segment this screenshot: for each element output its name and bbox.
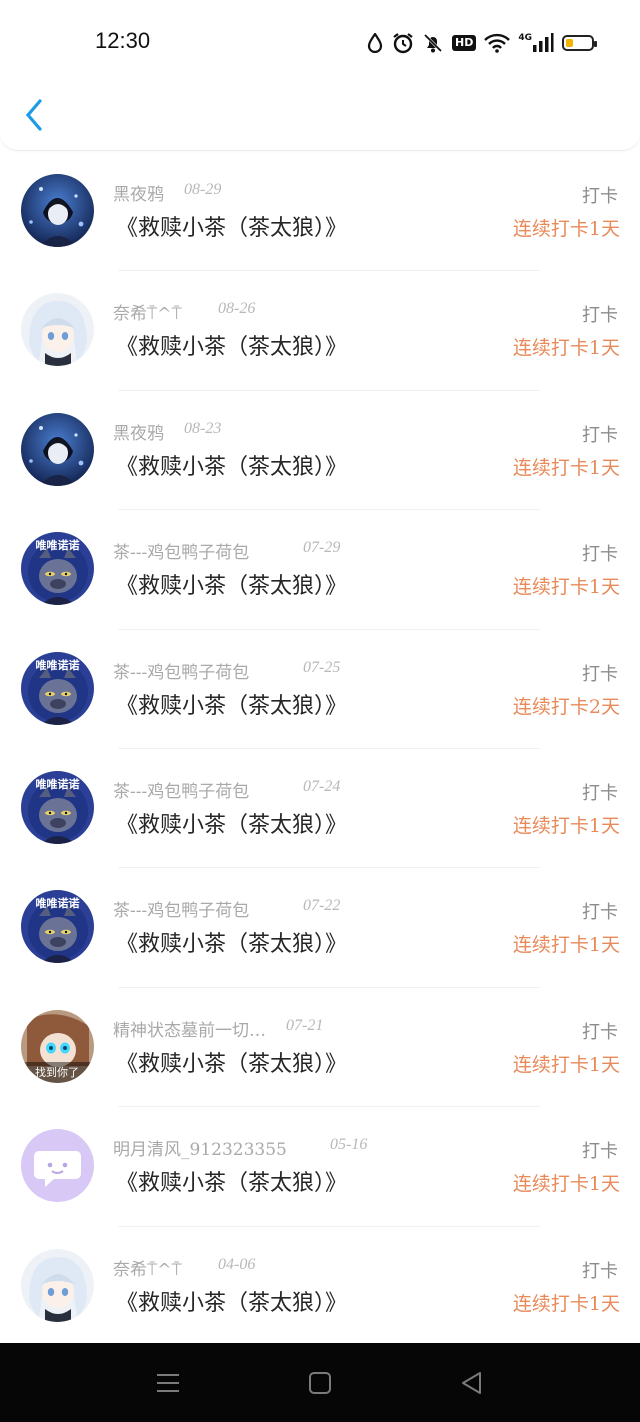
user-name: 黑夜鸦 (113, 185, 164, 205)
record-date: 05-16 (330, 1136, 368, 1154)
record-date: 04-06 (218, 1255, 256, 1273)
book-title: 《救赎小茶（茶太狼）》 (116, 1051, 348, 1077)
book-title: 《救赎小茶（茶太狼）》 (116, 216, 348, 241)
triangle-back-icon (462, 1372, 481, 1394)
user-avatar[interactable] (21, 1248, 94, 1322)
checkin-streak: 连续打卡1天 (512, 456, 620, 479)
checkin-record-row[interactable]: 唯唯诺诺 茶---鸡包鸭子荷包 07-22 《救赎小茶（茶太狼）》 打卡连续打卡1天 (0, 868, 640, 988)
checkin-streak: 连续打卡1天 (512, 1053, 620, 1076)
user-avatar[interactable] (21, 293, 94, 367)
record-date: 07-24 (303, 777, 341, 795)
signal-icon: 4G (518, 33, 554, 53)
wifi-icon (484, 33, 511, 53)
book-title: 《救赎小茶（茶太狼）》 (116, 574, 348, 600)
checkin-tag: 打卡 (582, 544, 618, 566)
checkin-record-row[interactable]: 唯唯诺诺 茶---鸡包鸭子荷包 07-24 《救赎小茶（茶太狼）》 打卡连续打卡1天 (0, 749, 640, 869)
checkin-tag: 打卡 (582, 1021, 618, 1043)
user-name: 茶---鸡包鸭子荷包 (113, 781, 250, 802)
checkin-tag: 打卡 (582, 663, 618, 685)
user-avatar[interactable]: 唯唯诺诺 (21, 890, 94, 964)
user-avatar[interactable]: 唯唯诺诺 (21, 532, 94, 606)
status-time: 12:30 (95, 28, 151, 53)
user-avatar[interactable] (21, 412, 94, 486)
book-title: 《救赎小茶（茶太狼）》 (116, 454, 348, 480)
checkin-streak: 连续打卡1天 (512, 1173, 620, 1196)
checkin-tag: 打卡 (582, 1141, 618, 1163)
user-avatar[interactable] (21, 1129, 94, 1203)
checkin-tag: 打卡 (582, 1260, 618, 1282)
user-avatar[interactable]: 唯唯诺诺 (21, 770, 94, 844)
book-title: 《救赎小茶（茶太狼）》 (116, 335, 348, 361)
record-date: 08-29 (184, 181, 222, 198)
user-name: 黑夜鸦 (113, 423, 164, 444)
svg-text:唯唯诺诺: 唯唯诺诺 (36, 777, 80, 791)
checkin-record-row[interactable]: 找到你了 精神状态墓前一切… 07-21 《救赎小茶（茶太狼）》 打卡连续打卡1天 (0, 988, 640, 1108)
record-date: 07-22 (303, 897, 341, 915)
book-title: 《救赎小茶（茶太狼）》 (116, 932, 348, 958)
network-type-label: 4G (518, 32, 532, 43)
system-navigation-bar (0, 1343, 640, 1422)
checkin-record-list: 黑夜鸦 08-29 《救赎小茶（茶太狼）》 打卡 连续打卡1天 奈希⍑^⍑ 08-26 《救赎… (0, 152, 640, 1346)
checkin-record-row[interactable]: 奈希⍑^⍑ 04-06 《救赎小茶（茶太狼）》 打卡连续打卡1天 (0, 1227, 640, 1346)
checkin-tag: 打卡 (582, 186, 618, 207)
battery-icon (562, 35, 597, 51)
square-home-icon (309, 1372, 331, 1394)
book-title: 《救赎小茶（茶太狼）》 (116, 693, 348, 719)
user-name: 精神状态墓前一切… (113, 1020, 266, 1041)
checkin-tag: 打卡 (582, 305, 618, 327)
system-back-button[interactable] (458, 1369, 486, 1397)
checkin-streak: 连续打卡1天 (512, 337, 620, 360)
checkin-record-row[interactable]: 唯唯诺诺 茶---鸡包鸭子荷包 07-29 《救赎小茶（茶太狼）》 打卡连续打卡1天 (0, 510, 640, 630)
menu-button[interactable] (154, 1369, 182, 1397)
record-date: 08-26 (218, 300, 256, 318)
checkin-streak: 连续打卡1天 (512, 934, 620, 957)
checkin-tag: 打卡 (582, 782, 618, 804)
book-title: 《救赎小茶（茶太狼）》 (116, 812, 348, 838)
checkin-tag: 打卡 (582, 902, 618, 924)
user-name: 茶---鸡包鸭子荷包 (113, 901, 250, 922)
checkin-streak: 连续打卡2天 (512, 695, 620, 718)
user-name: 奈希⍑^⍑ (113, 304, 182, 325)
checkin-streak: 连续打卡1天 (512, 1292, 620, 1315)
dnd-drop-icon (366, 33, 384, 53)
checkin-record-row[interactable]: 奈希⍑^⍑ 08-26 《救赎小茶（茶太狼）》 打卡连续打卡1天 (0, 271, 640, 391)
user-name: 茶---鸡包鸭子荷包 (113, 543, 250, 564)
alarm-icon (392, 32, 414, 54)
svg-text:找到你了: 找到你了 (35, 1065, 79, 1079)
user-name: 明月清风_912323355 (113, 1140, 287, 1161)
record-date: 08-23 (184, 419, 222, 437)
back-button[interactable] (20, 95, 50, 135)
status-icons: HD 4G (366, 30, 597, 56)
book-title: 《救赎小茶（茶太狼）》 (116, 1171, 348, 1197)
user-avatar[interactable]: 唯唯诺诺 (21, 651, 94, 725)
checkin-record-row[interactable]: 唯唯诺诺 茶---鸡包鸭子荷包 07-25 《救赎小茶（茶太狼）》 打卡连续打卡2天 (0, 630, 640, 749)
record-date: 07-25 (303, 658, 341, 676)
top-bar: 12:30 HD 4G (0, 0, 640, 151)
checkin-record-row[interactable]: 黑夜鸦 08-23 《救赎小茶（茶太狼）》 打卡连续打卡1天 (0, 391, 640, 511)
user-name: 茶---鸡包鸭子荷包 (113, 662, 250, 683)
home-button[interactable] (306, 1369, 334, 1397)
checkin-streak: 连续打卡1天 (512, 814, 620, 837)
checkin-streak: 连续打卡1天 (512, 218, 620, 240)
chevron-left-icon (25, 99, 42, 131)
svg-text:唯唯诺诺: 唯唯诺诺 (36, 538, 80, 552)
hd-badge: HD (452, 35, 477, 51)
user-avatar[interactable] (21, 174, 94, 247)
menu-icon (157, 1374, 179, 1392)
book-title: 《救赎小茶（茶太狼）》 (116, 1290, 348, 1316)
svg-text:唯唯诺诺: 唯唯诺诺 (36, 658, 80, 672)
user-name: 奈希⍑^⍑ (113, 1259, 182, 1280)
svg-text:唯唯诺诺: 唯唯诺诺 (36, 896, 80, 910)
checkin-streak: 连续打卡1天 (512, 576, 620, 599)
record-date: 07-21 (286, 1016, 324, 1034)
battery-level (566, 39, 574, 47)
checkin-record-row[interactable]: 黑夜鸦 08-29 《救赎小茶（茶太狼）》 打卡连续打卡1天 (0, 152, 640, 272)
mute-bell-icon (422, 32, 444, 54)
record-date: 07-29 (303, 539, 341, 557)
checkin-tag: 打卡 (582, 424, 618, 446)
user-avatar[interactable]: 找到你了 (21, 1009, 94, 1083)
checkin-record-row[interactable]: 明月清风_912323355 05-16 《救赎小茶（茶太狼）》 打卡连续打卡1天 (0, 1107, 640, 1227)
